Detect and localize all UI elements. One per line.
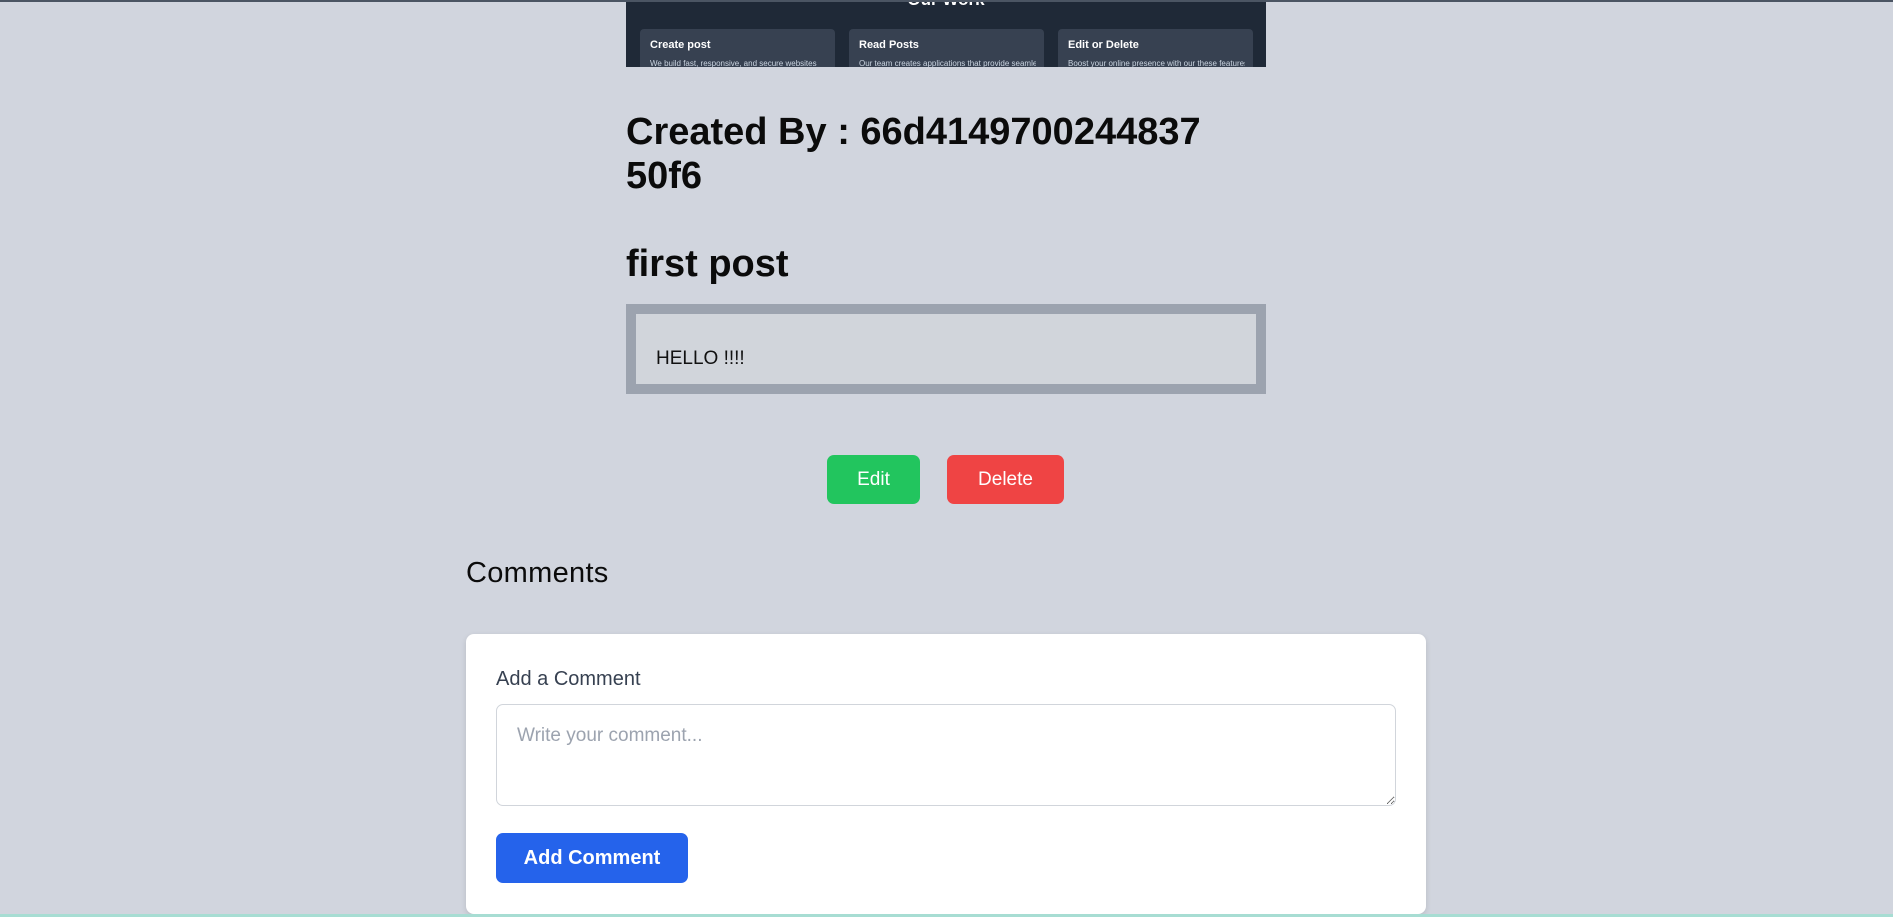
comment-input[interactable] [496, 704, 1396, 806]
banner-title: Our Work [626, 2, 1266, 10]
edit-button[interactable]: Edit [827, 455, 920, 504]
post-body-text: HELLO !!!! [656, 348, 745, 369]
work-card-read-posts: Read Posts Our team creates applications… [849, 29, 1044, 67]
created-by-text: Created By : 66d4149700244837 50f6 [626, 111, 1201, 197]
work-card-create-post: Create post We build fast, responsive, a… [640, 29, 835, 67]
our-work-banner: Our Work Create post We build fast, resp… [626, 2, 1266, 67]
add-comment-button[interactable]: Add Comment [496, 833, 688, 883]
post-author-heading: Created By : 66d4149700244837 50f6 [626, 110, 1266, 198]
comment-form-label: Add a Comment [496, 668, 641, 690]
card-title: Read Posts [859, 39, 919, 51]
comments-heading: Comments [466, 557, 609, 589]
comment-form-card: Add a Comment Add Comment [466, 634, 1426, 914]
delete-button[interactable]: Delete [947, 455, 1064, 504]
card-title: Edit or Delete [1068, 39, 1139, 51]
card-title: Create post [650, 39, 711, 51]
card-text: Our team creates applications that provi… [859, 59, 1036, 67]
work-card-edit-or-delete: Edit or Delete Boost your online presenc… [1058, 29, 1253, 67]
post-body-box: HELLO !!!! [626, 304, 1266, 394]
card-text: We build fast, responsive, and secure we… [650, 59, 817, 67]
post-title: first post [626, 243, 789, 285]
card-text: Boost your online presence with our thes… [1068, 59, 1245, 67]
